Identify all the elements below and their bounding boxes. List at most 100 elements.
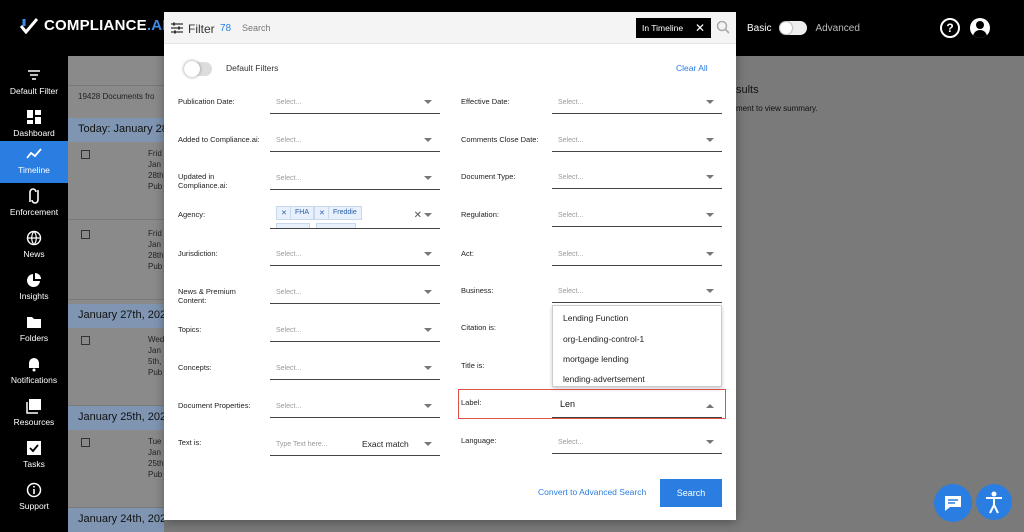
document-properties-select[interactable]: Select... [270, 394, 440, 418]
row-text: Jan [148, 240, 161, 249]
publication-date-select[interactable]: Select... [270, 90, 440, 114]
accessibility-button[interactable] [976, 484, 1012, 520]
chevron-down-icon [424, 213, 432, 217]
filter-header: Filter 78 Search In Timeline ✕ [164, 12, 736, 44]
row-text: Tue [148, 437, 162, 446]
language-select[interactable]: Select... [552, 430, 722, 454]
jurisdiction-select[interactable]: Select... [270, 242, 440, 266]
list-item[interactable]: Frid Jan 28th Pub [68, 222, 164, 300]
chevron-down-icon [706, 100, 714, 104]
row-text: Pub [148, 368, 163, 377]
sidebar-item-dashboard[interactable]: Dashboard [0, 104, 68, 146]
row-text: Frid [148, 229, 162, 238]
in-timeline-label: In Timeline [642, 23, 684, 33]
row-text: Wed [148, 335, 165, 344]
help-icon[interactable]: ? [940, 18, 960, 38]
dashboard-icon [27, 110, 41, 124]
clear-all-link[interactable]: Clear All [676, 63, 708, 73]
select-placeholder: Select... [558, 99, 584, 106]
row-checkbox[interactable] [81, 438, 90, 447]
document-type-select[interactable]: Select... [552, 165, 722, 189]
mode-basic-label: Basic [747, 22, 772, 34]
agency-chip: FHA [290, 206, 314, 220]
dropdown-option[interactable]: org-Lending-control-1 [563, 334, 644, 344]
sidebar-item-insights[interactable]: Insights [0, 267, 68, 309]
row-text: Pub [148, 470, 163, 479]
agency-select[interactable]: ✕ FHA ✕ Freddie ✕ [270, 203, 440, 229]
regulation-select[interactable]: Select... [552, 203, 722, 227]
sidebar-item-timeline[interactable]: Timeline [0, 141, 68, 183]
updated-in-compliance-select[interactable]: Select... [270, 166, 440, 190]
news-premium-select[interactable]: Select... [270, 280, 440, 304]
search-input[interactable]: Search [236, 18, 616, 38]
convert-to-advanced-link[interactable]: Convert to Advanced Search [538, 487, 646, 497]
sidebar-item-folders[interactable]: Folders [0, 309, 68, 351]
chevron-down-icon [424, 404, 432, 408]
row-text: Jan [148, 346, 161, 355]
row-text: Pub [148, 262, 163, 271]
list-item[interactable]: Frid Jan 28th Pub [68, 142, 164, 220]
chat-button[interactable] [934, 484, 972, 522]
dropdown-option[interactable]: lending-advertsement [563, 374, 645, 384]
search-button[interactable]: Search [660, 479, 722, 507]
sidebar-item-resources[interactable]: Resources [0, 393, 68, 435]
user-avatar-icon[interactable] [970, 18, 990, 38]
match-mode-select[interactable]: Exact match [362, 439, 409, 449]
filter-sliders-icon[interactable] [170, 21, 184, 35]
field-label: Language: [461, 436, 497, 445]
business-select[interactable]: Select... [552, 279, 722, 303]
default-filters-toggle[interactable] [184, 61, 212, 77]
row-checkbox[interactable] [81, 230, 90, 239]
act-select[interactable]: Select... [552, 242, 722, 266]
chat-icon [945, 496, 961, 511]
chevron-down-icon [706, 252, 714, 256]
field-label: News & Premium Content: [178, 287, 236, 305]
row-text: 5th, [148, 357, 162, 366]
search-icon[interactable] [716, 20, 730, 34]
chevron-down-icon [706, 213, 714, 217]
mode-toggle[interactable] [779, 21, 808, 35]
default-filters-label: Default Filters [226, 63, 279, 73]
effective-date-select[interactable]: Select... [552, 90, 722, 114]
in-timeline-chip[interactable]: In Timeline ✕ [636, 18, 711, 38]
chevron-down-icon [424, 138, 432, 142]
dropdown-option[interactable]: mortgage lending [563, 354, 629, 364]
topics-select[interactable]: Select... [270, 318, 440, 342]
row-checkbox[interactable] [81, 336, 90, 345]
text-input[interactable]: Type Text here... [276, 441, 328, 448]
label-input[interactable]: Len [560, 399, 575, 409]
dropdown-option[interactable]: Lending Function [563, 313, 628, 323]
chevron-down-icon [424, 290, 432, 294]
clear-icon[interactable]: ✕ [414, 210, 422, 221]
sidebar-item-news[interactable]: News [0, 225, 68, 267]
field-label: Document Type: [461, 172, 516, 181]
close-icon[interactable]: ✕ [695, 21, 705, 35]
field-label: Effective Date: [461, 97, 510, 106]
sidebar-item-notifications[interactable]: Notifications [0, 351, 68, 393]
list-item[interactable]: Tue Jan 25th Pub [68, 430, 164, 508]
sidebar-item-label: Support [19, 501, 49, 511]
select-placeholder: Select... [558, 174, 584, 181]
globe-icon [26, 230, 42, 246]
concepts-select[interactable]: Select... [270, 356, 440, 380]
sidebar-item-enforcement[interactable]: Enforcement [0, 183, 68, 225]
text-is-field[interactable]: Type Text here... Exact match [270, 432, 440, 456]
sidebar-item-default-filter[interactable]: Default Filter [0, 62, 68, 104]
sidebar-item-support[interactable]: Support [0, 477, 68, 519]
comments-close-date-select[interactable]: Select... [552, 128, 722, 152]
filter-lines-icon [28, 70, 40, 80]
added-to-compliance-select[interactable]: Select... [270, 128, 440, 152]
field-label: Jurisdiction: [178, 249, 218, 258]
sidebar-item-label: Enforcement [9, 207, 59, 217]
accessibility-icon [986, 491, 1002, 514]
field-label: Agency: [178, 210, 206, 219]
sidebar-item-tasks[interactable]: Tasks [0, 435, 68, 477]
list-item[interactable]: Wed Jan 5th, Pub [68, 328, 164, 406]
select-placeholder: Select... [558, 212, 584, 219]
label-options-dropdown: Lending Function org-Lending-control-1 m… [552, 305, 722, 387]
row-checkbox[interactable] [81, 150, 90, 159]
sidebar-item-label: Timeline [18, 165, 50, 175]
row-text: Frid [148, 149, 162, 158]
results-subtitle: ment to view summary. [736, 104, 818, 113]
compliance-ai-logo[interactable]: COMPLIANCE .AI [20, 17, 167, 34]
